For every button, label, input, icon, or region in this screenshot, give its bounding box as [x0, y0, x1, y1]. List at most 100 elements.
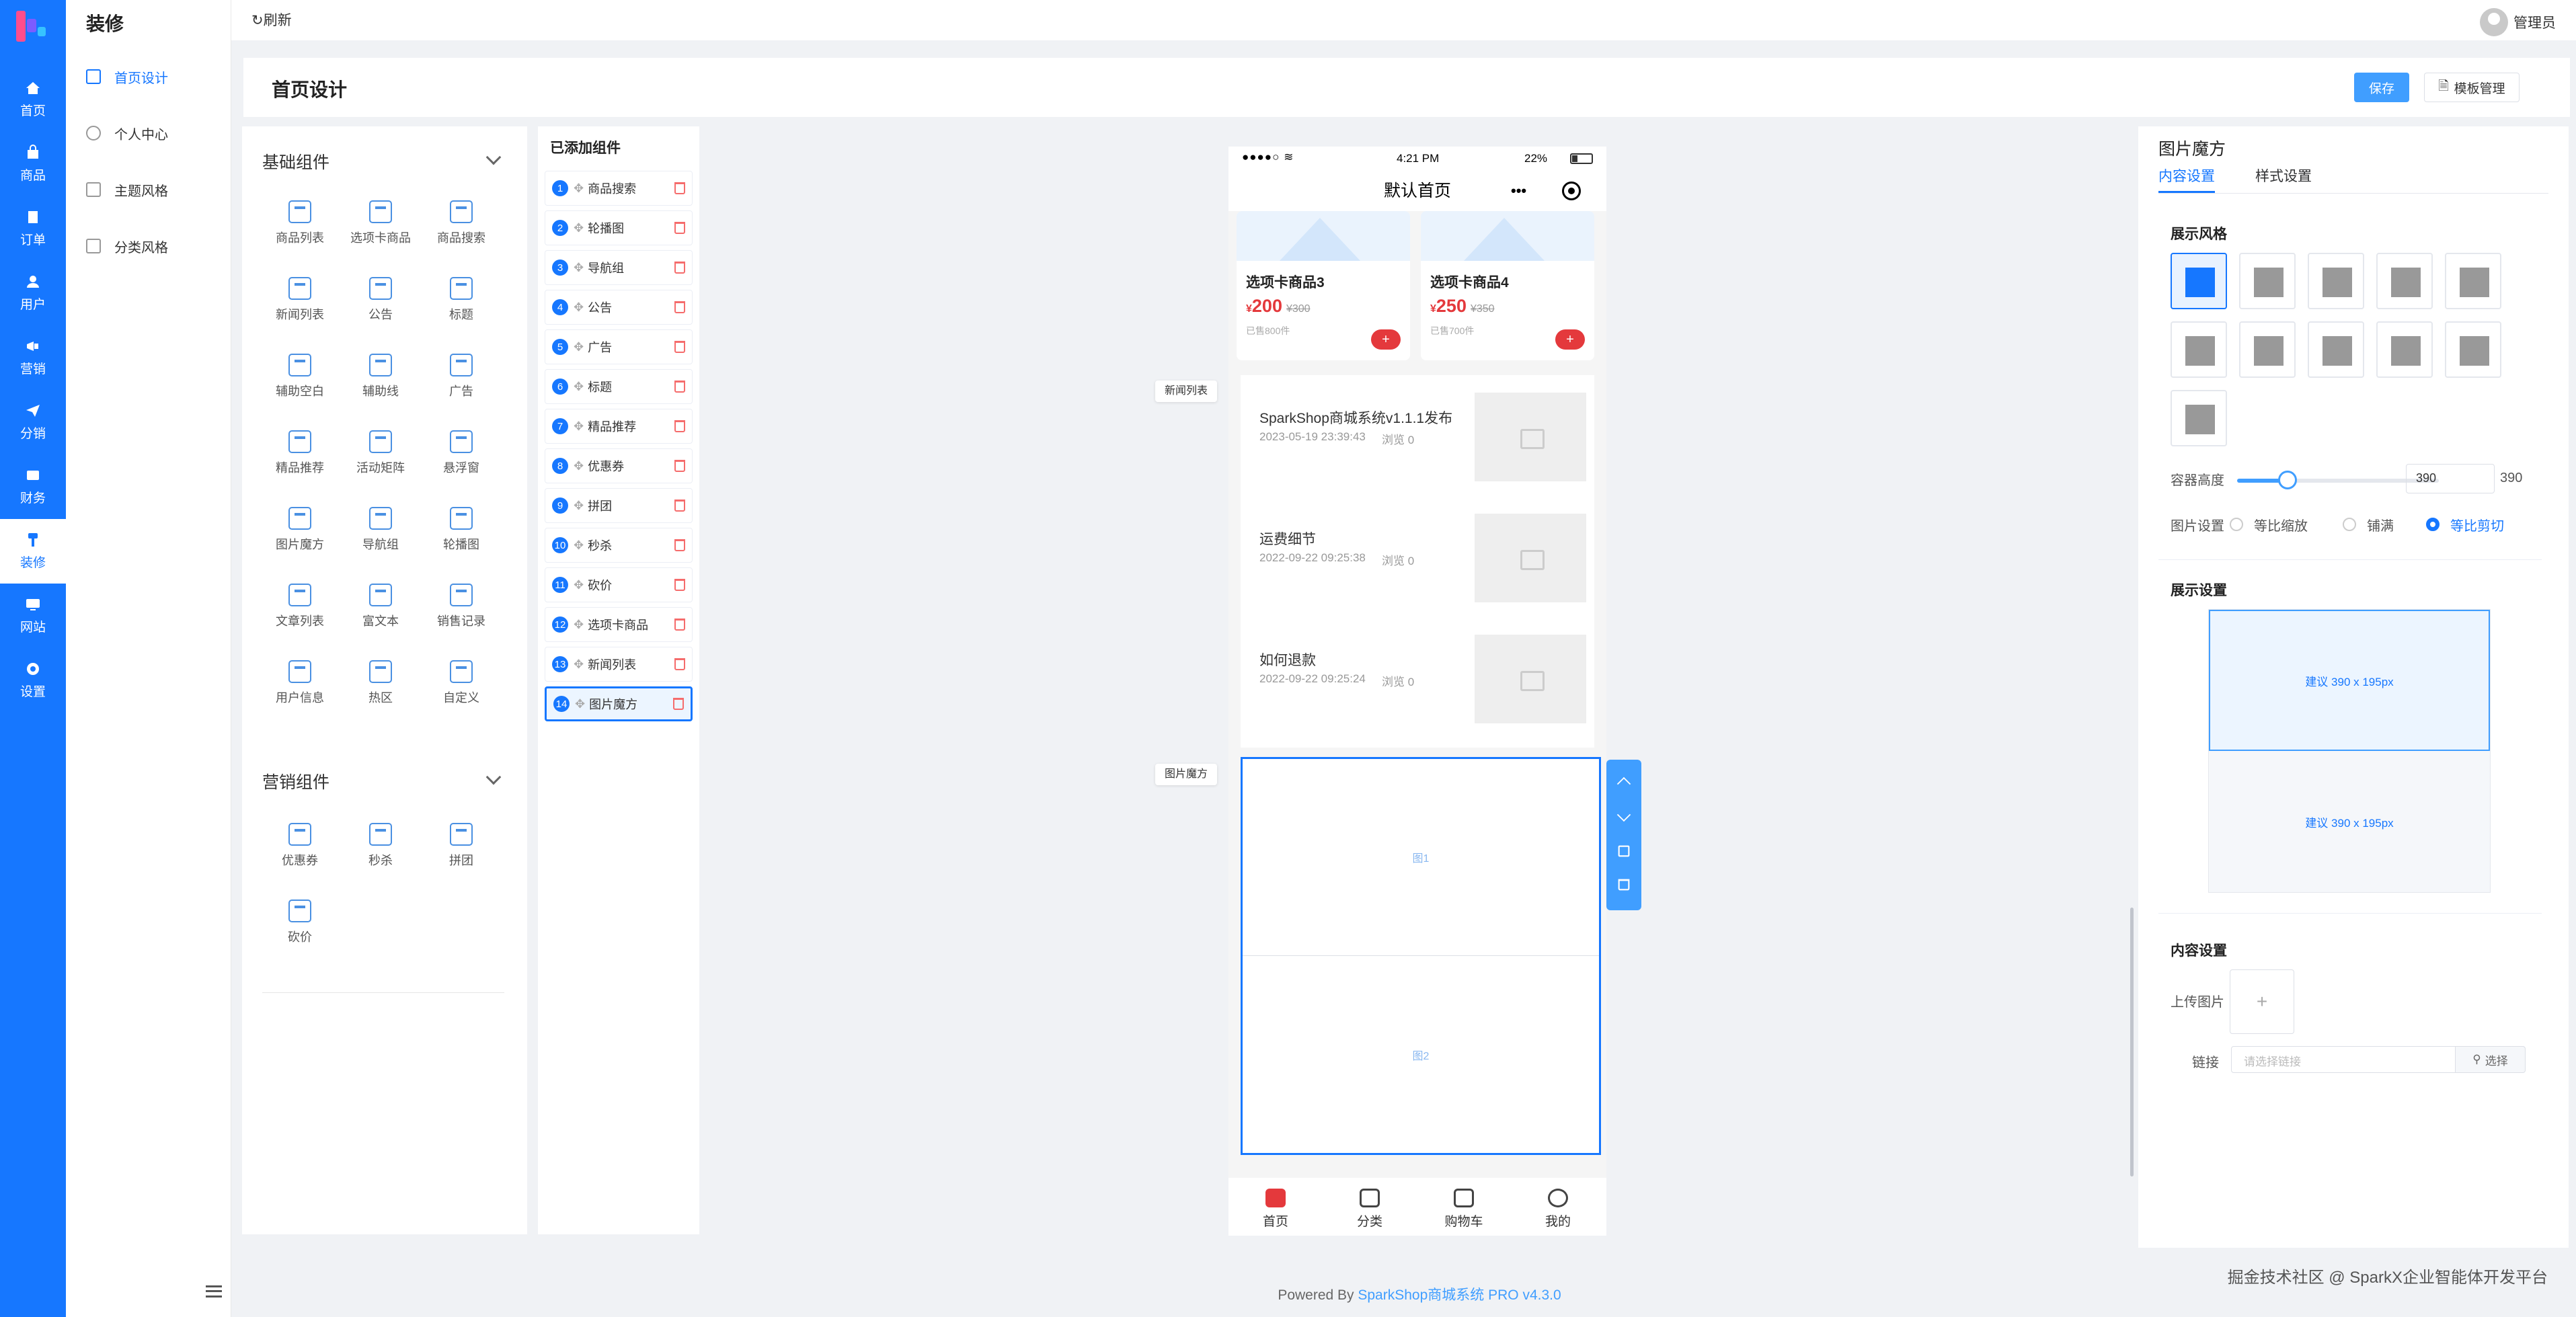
added-component-item[interactable]: 5 ✥ 广告: [545, 329, 693, 364]
added-component-item[interactable]: 1 ✥ 商品搜索: [545, 171, 693, 206]
drag-handle-icon[interactable]: ✥: [574, 221, 584, 235]
delete-icon[interactable]: [674, 500, 685, 512]
delete-icon[interactable]: [674, 618, 685, 631]
component-item[interactable]: 拼团: [421, 823, 502, 883]
drag-handle-icon[interactable]: ✥: [574, 657, 584, 672]
delete-icon[interactable]: [674, 579, 685, 591]
component-item[interactable]: 广告: [421, 354, 502, 414]
footer-brand-link[interactable]: SparkShop商城系统 PRO v4.3.0: [1358, 1287, 1561, 1303]
template-manage-button[interactable]: 🗎 模板管理: [2424, 73, 2520, 102]
drag-handle-icon[interactable]: ✥: [574, 578, 584, 592]
target-icon[interactable]: [1562, 182, 1581, 200]
nav-item-settings[interactable]: 设置: [0, 648, 66, 713]
component-tag-news[interactable]: 新闻列表: [1155, 381, 1218, 402]
drag-handle-icon[interactable]: ✥: [574, 301, 584, 315]
component-item[interactable]: 用户信息: [260, 660, 340, 721]
option-scale[interactable]: 等比缩放: [2254, 515, 2308, 534]
news-item[interactable]: SparkShop商城系统v1.1.1发布 2023-05-19 23:39:4…: [1241, 375, 1594, 496]
tab-category[interactable]: 分类: [1323, 1189, 1417, 1230]
added-component-item[interactable]: 10 ✥ 秒杀: [545, 528, 693, 563]
magic-cell[interactable]: 图1: [1243, 759, 1599, 955]
nav-item-finance[interactable]: 财务: [0, 454, 66, 519]
magic-cell[interactable]: 图2: [1243, 956, 1599, 1153]
move-up-icon[interactable]: [1616, 776, 1631, 791]
nav-item-home[interactable]: 首页: [0, 67, 66, 132]
delete-icon[interactable]: [674, 301, 685, 313]
component-item[interactable]: 图片魔方: [260, 507, 340, 567]
delete-icon[interactable]: [674, 262, 685, 274]
subnav-item-category-style[interactable]: 分类风格: [86, 233, 221, 260]
component-item[interactable]: 轮播图: [421, 507, 502, 567]
drag-handle-icon[interactable]: ✥: [574, 499, 584, 513]
drag-handle-icon[interactable]: ✥: [574, 618, 584, 632]
nav-item-orders[interactable]: 订单: [0, 196, 66, 261]
added-component-item[interactable]: 14 ✥ 图片魔方: [545, 686, 693, 721]
layout-style-option[interactable]: [2308, 253, 2364, 309]
layout-style-option[interactable]: [2239, 253, 2296, 309]
layout-style-option[interactable]: [2376, 321, 2433, 378]
component-item[interactable]: 辅助线: [340, 354, 421, 414]
select-link-button[interactable]: ⚲ 选择: [2456, 1046, 2526, 1073]
delete-icon[interactable]: [673, 698, 684, 710]
layout-style-option[interactable]: [2171, 321, 2227, 378]
component-item[interactable]: 悬浮窗: [421, 430, 502, 491]
component-item[interactable]: 砍价: [260, 900, 340, 960]
layout-style-option[interactable]: [2308, 321, 2364, 378]
component-item[interactable]: 辅助空白: [260, 354, 340, 414]
news-list-component[interactable]: SparkShop商城系统v1.1.1发布 2023-05-19 23:39:4…: [1241, 375, 1594, 748]
layout-style-option[interactable]: [2445, 253, 2501, 309]
component-item[interactable]: 自定义: [421, 660, 502, 721]
component-item[interactable]: 销售记录: [421, 584, 502, 644]
news-item[interactable]: 运费细节 2022-09-22 09:25:38 浏览 0: [1241, 496, 1594, 617]
layout-style-option[interactable]: [2171, 390, 2227, 446]
more-icon[interactable]: •••: [1511, 171, 1526, 211]
subnav-item-theme[interactable]: 主题风格: [86, 176, 221, 203]
link-input[interactable]: 请选择链接: [2231, 1046, 2456, 1073]
delete-icon[interactable]: [674, 381, 685, 393]
preview-cell[interactable]: 建议 390 x 195px: [2209, 610, 2490, 751]
radio-scale[interactable]: [2230, 518, 2243, 531]
add-to-cart-button[interactable]: +: [1555, 329, 1585, 350]
nav-item-decoration[interactable]: 装修: [0, 519, 66, 584]
refresh-button[interactable]: ↻刷新: [251, 9, 292, 30]
added-component-item[interactable]: 4 ✥ 公告: [545, 290, 693, 325]
tab-mine[interactable]: 我的: [1511, 1189, 1605, 1230]
layout-style-option[interactable]: [2376, 253, 2433, 309]
copy-icon[interactable]: [1618, 845, 1630, 857]
news-item[interactable]: 如何退款 2022-09-22 09:25:24 浏览 0: [1241, 617, 1594, 738]
drag-handle-icon[interactable]: ✥: [574, 459, 584, 473]
delete-icon[interactable]: [674, 420, 685, 432]
layout-style-option[interactable]: [2171, 253, 2227, 309]
drag-handle-icon[interactable]: ✥: [574, 420, 584, 434]
product-card[interactable]: 选项卡商品4 ¥250 ¥350 已售700件 +: [1421, 211, 1594, 360]
drag-handle-icon[interactable]: ✥: [574, 261, 584, 275]
component-item[interactable]: 标题: [421, 277, 502, 337]
delete-icon[interactable]: [674, 222, 685, 234]
radio-fill[interactable]: [2343, 518, 2356, 531]
layout-style-option[interactable]: [2239, 321, 2296, 378]
delete-icon[interactable]: [674, 182, 685, 194]
delete-icon[interactable]: [674, 658, 685, 670]
component-item[interactable]: 热区: [340, 660, 421, 721]
added-component-item[interactable]: 7 ✥ 精品推荐: [545, 409, 693, 444]
drag-handle-icon[interactable]: ✥: [574, 182, 584, 196]
drag-handle-icon[interactable]: ✥: [574, 340, 584, 354]
move-down-icon[interactable]: [1616, 807, 1631, 822]
drag-handle-icon[interactable]: ✥: [574, 538, 584, 553]
component-item[interactable]: 商品列表: [260, 200, 340, 261]
radio-crop[interactable]: [2426, 518, 2440, 531]
tab-home[interactable]: 首页: [1228, 1189, 1323, 1230]
component-item[interactable]: 秒杀: [340, 823, 421, 883]
component-item[interactable]: 商品搜索: [421, 200, 502, 261]
delete-icon[interactable]: [1618, 879, 1630, 891]
tab-style-settings[interactable]: 样式设置: [2255, 165, 2312, 186]
delete-icon[interactable]: [674, 341, 685, 353]
component-item[interactable]: 文章列表: [260, 584, 340, 644]
chevron-down-icon[interactable]: [485, 149, 502, 165]
subnav-item-personal-center[interactable]: 个人中心: [86, 120, 221, 147]
nav-item-goods[interactable]: 商品: [0, 132, 66, 196]
added-component-item[interactable]: 13 ✥ 新闻列表: [545, 647, 693, 682]
nav-item-distribution[interactable]: 分销: [0, 390, 66, 454]
component-item[interactable]: 选项卡商品: [340, 200, 421, 261]
image-magic-component[interactable]: 图1 图2: [1241, 757, 1601, 1155]
